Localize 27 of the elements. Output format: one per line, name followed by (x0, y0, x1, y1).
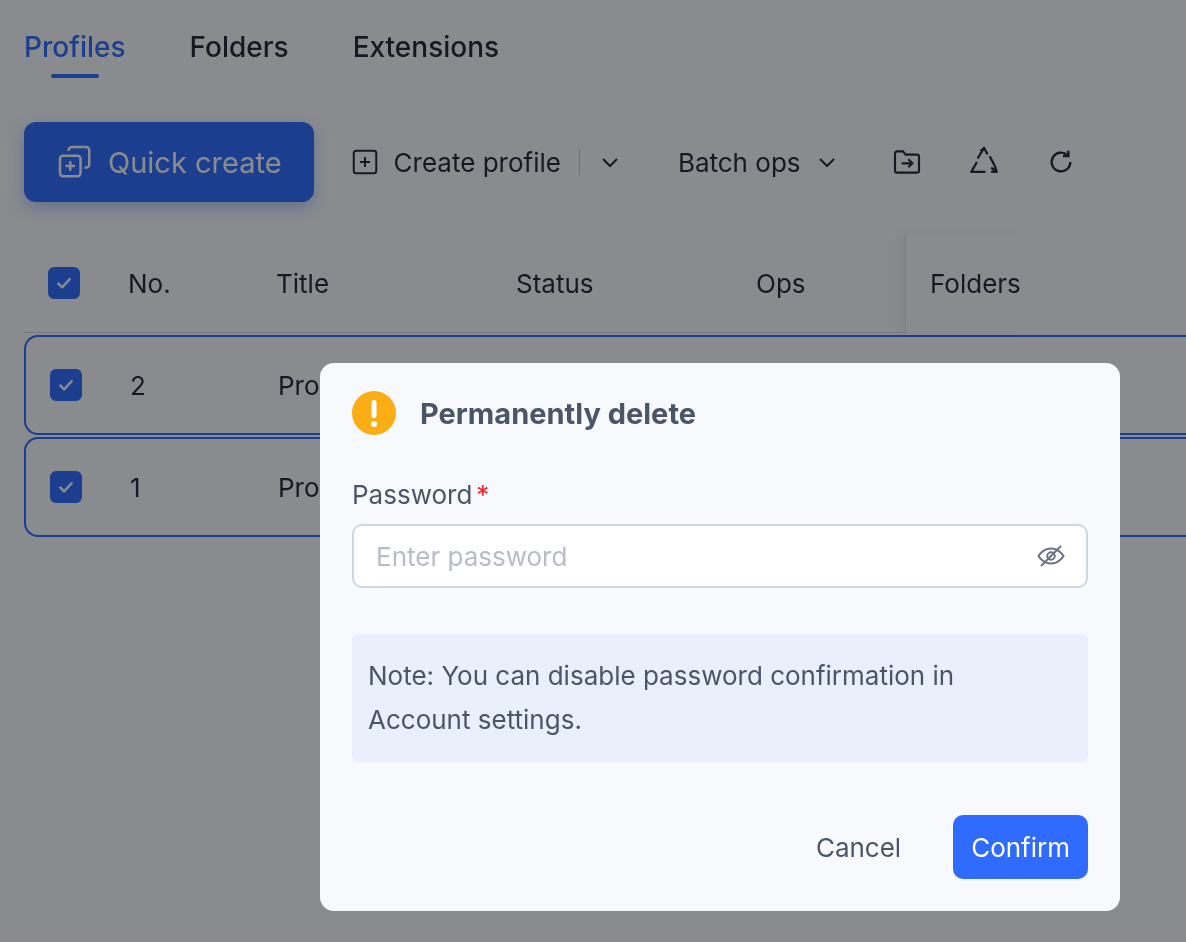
dialog-title: Permanently delete (420, 395, 696, 431)
batch-ops-button[interactable]: Batch ops (677, 146, 839, 178)
tab[interactable]: Extensions (352, 30, 500, 78)
create-profile-button[interactable]: Create profile (349, 146, 561, 178)
field-label: Password (352, 479, 473, 510)
column-header: No. (128, 267, 172, 299)
required-mark: * (476, 479, 490, 510)
tab[interactable]: Profiles (24, 30, 126, 78)
copy-plus-icon (56, 143, 94, 181)
warning-icon (352, 391, 396, 435)
column-header: Title (276, 267, 331, 299)
checkbox[interactable] (50, 369, 82, 401)
column-header: Folders (930, 267, 1021, 299)
table-cell: Pro (278, 369, 320, 401)
table-cell: Pro (278, 471, 320, 503)
tab[interactable]: Folders (189, 30, 289, 78)
password-field[interactable]: Enter password (352, 524, 1088, 588)
checkbox[interactable] (48, 267, 80, 299)
quick-create-button[interactable]: Quick create (24, 122, 314, 202)
cancel-button[interactable]: Cancel (797, 815, 920, 879)
table-cell-text: 2 (130, 369, 147, 401)
table-cell-text: 1 (130, 471, 142, 503)
checkbox[interactable] (50, 471, 82, 503)
column-header: Status (516, 267, 595, 299)
column-header: Ops (756, 267, 807, 299)
confirm-button[interactable]: Confirm (953, 815, 1088, 879)
note-text: Note: You can disable password confirmation in Account settings. (352, 634, 1088, 762)
